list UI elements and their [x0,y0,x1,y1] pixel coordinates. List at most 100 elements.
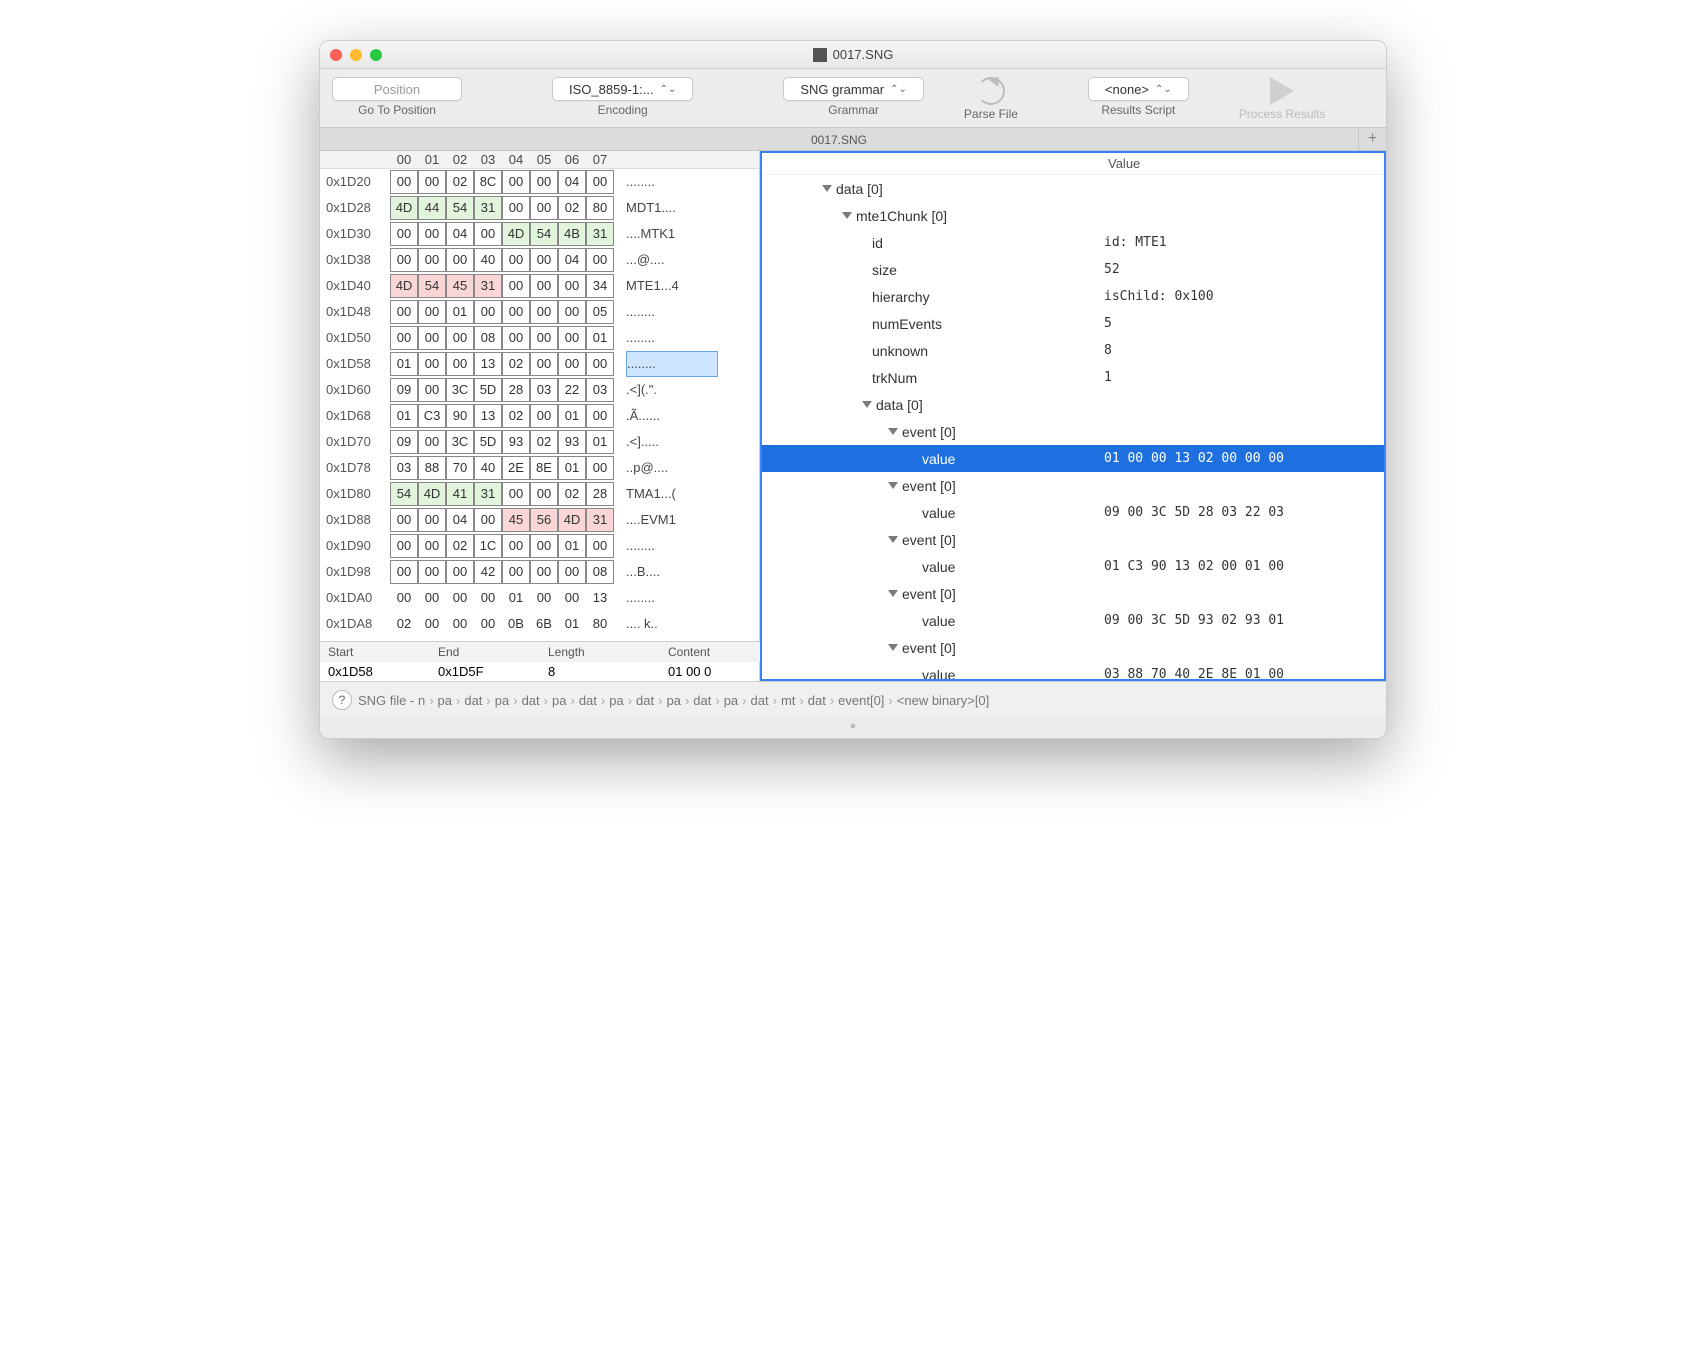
hex-byte[interactable]: 93 [558,430,586,455]
hex-body[interactable]: 0x1D200000028C00000400........0x1D284D44… [320,169,759,641]
breadcrumb-item[interactable]: dat [636,693,654,708]
hex-byte[interactable]: 00 [390,560,418,585]
hex-byte[interactable]: 01 [558,612,586,637]
hex-byte[interactable]: 40 [474,248,502,273]
hex-byte[interactable]: 28 [502,378,530,403]
hex-row[interactable]: 0x1D880000040045564D31....EVM1 [320,507,759,533]
encoding-select[interactable]: ISO_8859-1:...⌃⌄ [552,77,693,101]
hex-byte[interactable]: 00 [530,352,558,377]
hex-byte[interactable]: 13 [474,404,502,429]
hex-row[interactable]: 0x1DA8020000000B6B0180.... k.. [320,611,759,637]
hex-byte[interactable]: 08 [586,560,614,585]
hex-byte[interactable]: 01 [446,300,474,325]
tree-row[interactable]: value09 00 3C 5D 93 02 93 01 [762,607,1384,634]
disclosure-triangle-icon[interactable] [822,185,832,192]
hex-row[interactable]: 0x1DA00000000001000013........ [320,585,759,611]
breadcrumb-item[interactable]: pa [552,693,566,708]
hex-byte[interactable]: 03 [390,456,418,481]
hex-byte[interactable]: 00 [530,560,558,585]
hex-byte[interactable]: 02 [530,430,558,455]
disclosure-triangle-icon[interactable] [888,536,898,543]
hex-byte[interactable]: 00 [474,300,502,325]
hex-byte[interactable]: 10 [390,638,418,641]
hex-byte[interactable]: 00 [446,326,474,351]
hex-row[interactable]: 0x1D380000004000000400...@.... [320,247,759,273]
hex-byte[interactable]: 2E [502,456,530,481]
hex-byte[interactable]: 56 [530,508,558,533]
hex-byte[interactable]: 01 [502,638,530,641]
hex-byte[interactable]: 00 [418,248,446,273]
breadcrumb-item[interactable]: event[0] [838,693,884,708]
parse-icon[interactable] [977,77,1005,105]
hex-byte[interactable]: 45 [502,508,530,533]
help-button[interactable]: ? [332,690,352,710]
hex-byte[interactable]: 00 [474,612,502,637]
hex-byte[interactable]: 00 [418,534,446,559]
disclosure-triangle-icon[interactable] [888,482,898,489]
hex-byte[interactable]: 54 [446,196,474,221]
hex-byte[interactable]: 00 [558,586,586,611]
hex-row[interactable]: 0x1D900000021C00000100........ [320,533,759,559]
hex-byte[interactable]: 00 [586,352,614,377]
hex-byte[interactable]: 00 [418,560,446,585]
hex-row[interactable]: 0x1D404D54453100000034MTE1...4 [320,273,759,299]
breadcrumb-item[interactable]: dat [579,693,597,708]
hex-byte[interactable]: 54 [418,274,446,299]
hex-byte[interactable]: 02 [390,612,418,637]
hex-byte[interactable]: 00 [502,326,530,351]
hex-byte[interactable]: 13 [474,352,502,377]
breadcrumb-item[interactable]: pa [666,693,680,708]
hex-byte[interactable]: 6B [530,612,558,637]
hex-row[interactable]: 0x1D480000010000000005........ [320,299,759,325]
hex-byte[interactable]: 00 [390,222,418,247]
hex-byte[interactable]: 00 [530,534,558,559]
hex-byte[interactable]: 4D [390,274,418,299]
hex-byte[interactable]: 8E [530,456,558,481]
hex-byte[interactable]: 00 [446,248,474,273]
hex-byte[interactable]: 41 [446,482,474,507]
hex-byte[interactable]: 00 [558,638,586,641]
hex-byte[interactable]: 1C [474,534,502,559]
hex-byte[interactable]: 22 [558,378,586,403]
hex-byte[interactable]: 00 [390,170,418,195]
breadcrumb-item[interactable]: dat [808,693,826,708]
hex-byte[interactable]: 5D [474,378,502,403]
hex-byte[interactable]: 27 [418,638,446,641]
hex-byte[interactable]: 02 [558,482,586,507]
hex-byte[interactable]: 00 [558,326,586,351]
hex-byte[interactable]: 01 [586,326,614,351]
hex-byte[interactable]: 00 [446,560,474,585]
hex-byte[interactable]: 00 [530,274,558,299]
hex-byte[interactable]: 02 [446,534,474,559]
hex-byte[interactable]: 00 [502,274,530,299]
hex-byte[interactable]: 34 [586,274,614,299]
hex-byte[interactable]: 00 [474,586,502,611]
hex-row[interactable]: 0x1D6009003C5D28032203.<](.". [320,377,759,403]
hex-byte[interactable]: 4D [418,482,446,507]
hex-byte[interactable]: 4D [390,196,418,221]
hex-byte[interactable]: 13 [586,586,614,611]
hex-byte[interactable]: 00 [418,170,446,195]
position-button[interactable]: Position [332,77,462,101]
hex-byte[interactable]: 5D [474,430,502,455]
hex-row[interactable]: 0x1D500000000800000001........ [320,325,759,351]
hex-byte[interactable]: 45 [446,274,474,299]
hex-byte[interactable]: 00 [530,300,558,325]
tree-row[interactable]: data [0] [762,175,1384,202]
hex-byte[interactable]: 00 [530,196,558,221]
hex-byte[interactable]: 31 [586,222,614,247]
hex-byte[interactable]: 4D [558,508,586,533]
hex-byte[interactable]: 00 [530,586,558,611]
hex-row[interactable]: 0x1D7009003C5D93029301.<]..... [320,429,759,455]
breadcrumb-item[interactable]: pa [609,693,623,708]
breadcrumb-item[interactable]: <new binary>[0] [897,693,990,708]
disclosure-triangle-icon[interactable] [888,644,898,651]
hex-byte[interactable]: 00 [390,508,418,533]
play-icon[interactable] [1270,77,1294,105]
hex-byte[interactable]: 00 [390,326,418,351]
breadcrumb-item[interactable]: SNG file - n [358,693,425,708]
resize-handle[interactable]: ● [320,718,1386,738]
hex-byte[interactable]: 00 [446,586,474,611]
hex-byte[interactable]: 02 [502,352,530,377]
hex-byte[interactable]: 00 [530,638,558,641]
